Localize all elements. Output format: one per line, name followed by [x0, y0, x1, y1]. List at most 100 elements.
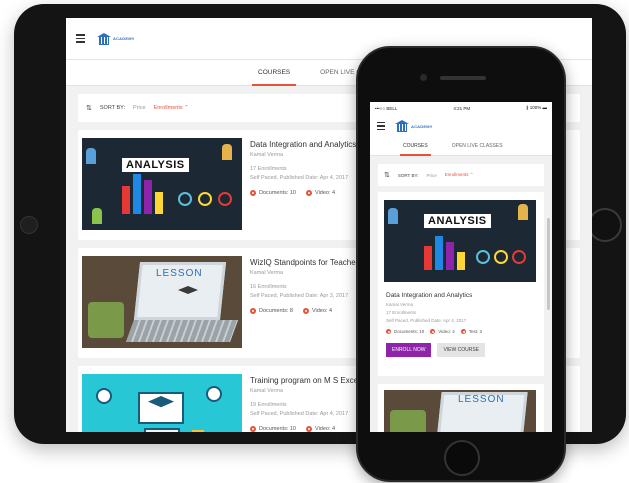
- bluetooth-icon: ∦: [526, 105, 529, 110]
- person-illustration: [388, 208, 398, 224]
- gear-icon: [206, 386, 222, 402]
- tab-courses[interactable]: COURSES: [252, 60, 297, 86]
- keyboard-illustration: [125, 320, 239, 342]
- sort-icon: ⇅: [86, 105, 92, 112]
- phone-tabs: COURSES OPEN LIVE CLASSES: [370, 138, 552, 156]
- course-thumbnail-excel[interactable]: [82, 374, 242, 432]
- logo-text: ACADEMY: [113, 36, 135, 41]
- battery-indicator: ∦ 100% ▬: [526, 105, 547, 111]
- documents-label: Documents: 10: [259, 190, 296, 196]
- video-label: Video: 4: [311, 308, 333, 314]
- course-thumbnail-lesson[interactable]: LESSON: [384, 390, 536, 432]
- carrier-label: •••○○ BELL: [375, 105, 398, 111]
- documents-count: Documents: 10: [250, 190, 296, 196]
- plant-illustration: [88, 302, 124, 338]
- battery-icon: ▬: [542, 105, 547, 110]
- course-card[interactable]: ANALYSIS Data Integration and Analytics …: [378, 192, 544, 376]
- phone-app-bar: ACADEMY: [370, 114, 552, 138]
- person-illustration: [86, 148, 96, 164]
- circle-graphic: [198, 192, 212, 206]
- tab-open-live-classes[interactable]: OPEN LIVE CLASSES: [449, 138, 506, 156]
- phone-speaker: [440, 76, 486, 80]
- course-enrollments: 19 Enrollments: [250, 402, 287, 408]
- documents-count: Documents: 10: [250, 426, 296, 432]
- documents-count: Documents: 8: [250, 308, 293, 314]
- battery-label: 100%: [529, 105, 542, 110]
- menu-icon[interactable]: [76, 34, 85, 43]
- lesson-word: LESSON: [156, 268, 203, 279]
- menu-icon[interactable]: [377, 121, 385, 131]
- tablet-camera: [20, 216, 38, 234]
- status-time: 4:21 PM: [453, 105, 471, 111]
- chevron-up-icon: ⌃: [469, 172, 474, 177]
- person-illustration: [92, 208, 102, 224]
- video-count: Video: 4: [430, 329, 455, 334]
- scrollbar[interactable]: [547, 218, 550, 310]
- circle-graphic: [494, 250, 508, 264]
- documents-icon: [250, 308, 256, 314]
- course-enrollments: 17 Enrollments: [250, 166, 287, 172]
- course-thumbnail-analysis[interactable]: ANALYSIS: [82, 138, 242, 230]
- enroll-now-button[interactable]: ENROLL NOW: [386, 343, 432, 357]
- sort-price[interactable]: Price: [133, 105, 146, 111]
- documents-label: Documents: 10: [394, 329, 425, 334]
- course-published: Self Paced, Published Date: Apr 4, 2017: [386, 318, 467, 323]
- phone-device: •••○○ BELL 4:21 PM ∦ 100% ▬ ACADEMY COUR…: [356, 46, 566, 482]
- course-title[interactable]: Data Integration and Analytics: [250, 140, 356, 149]
- logo-text: ACADEMY: [411, 123, 433, 129]
- trophy-icon: [192, 430, 204, 432]
- course-author: Kamal Verma: [386, 302, 414, 307]
- documents-count: Documents: 10: [386, 329, 424, 334]
- status-bar: •••○○ BELL 4:21 PM ∦ 100% ▬: [370, 102, 552, 114]
- documents-label: Documents: 8: [259, 308, 293, 314]
- video-icon: [306, 426, 312, 432]
- course-author: Kamal Verma: [250, 270, 284, 276]
- phone-home-button[interactable]: [444, 440, 480, 476]
- course-title[interactable]: Data Integration and Analytics: [386, 292, 536, 299]
- course-thumbnail-lesson[interactable]: LESSON: [82, 256, 242, 348]
- video-label: Video: 4: [315, 190, 336, 196]
- tablet-home-button[interactable]: [588, 208, 622, 242]
- tab-courses[interactable]: COURSES: [400, 138, 431, 156]
- test-icon: [460, 329, 466, 334]
- course-author: Kamal Verma: [250, 152, 284, 158]
- documents-icon: [250, 426, 256, 432]
- video-count: Video: 4: [306, 426, 335, 432]
- phone-camera: [420, 74, 427, 81]
- lesson-word: LESSON: [458, 394, 505, 405]
- course-published: Self Paced, Published Date: Apr 4, 2017: [250, 411, 349, 417]
- sort-price[interactable]: Price: [426, 173, 436, 178]
- sort-icon: ⇅: [384, 172, 390, 179]
- analysis-word: ANALYSIS: [424, 214, 491, 228]
- sort-enrollments[interactable]: Enrollments ⌃: [445, 172, 474, 178]
- course-card[interactable]: LESSON: [378, 384, 544, 432]
- circle-graphic: [476, 250, 490, 264]
- course-published: Self Paced, Published Date: Apr 3, 2017: [250, 293, 349, 299]
- sort-enrollments-label: Enrollments: [153, 105, 183, 111]
- plant-illustration: [390, 410, 426, 432]
- course-thumbnail-analysis[interactable]: ANALYSIS: [384, 200, 536, 282]
- course-title[interactable]: Training program on M S Exce: [250, 376, 358, 385]
- sort-bar: ⇅ SORT BY: Price Enrollments ⌃: [378, 164, 544, 186]
- video-icon: [306, 190, 312, 196]
- bar-graphic: [122, 174, 163, 214]
- academy-logo[interactable]: ACADEMY: [97, 32, 135, 45]
- sort-label: SORT BY:: [397, 172, 419, 178]
- sort-enrollments-label: Enrollments: [444, 172, 469, 177]
- book-icon: [144, 428, 180, 432]
- view-course-button[interactable]: VIEW COURSE: [437, 343, 485, 357]
- video-label: Video: 4: [315, 426, 336, 432]
- chevron-up-icon: ⌃: [184, 105, 189, 111]
- video-count: Video: 4: [302, 308, 333, 314]
- circle-graphic: [512, 250, 526, 264]
- academy-logo[interactable]: ACADEMY: [395, 120, 433, 132]
- video-label: Video: 4: [438, 329, 455, 334]
- sort-enrollments[interactable]: Enrollments ⌃: [154, 105, 189, 111]
- video-icon: [302, 308, 309, 314]
- person-illustration: [518, 204, 528, 220]
- circle-graphic: [178, 192, 192, 206]
- lightbulb-icon: [96, 388, 112, 404]
- course-published: Self Paced, Published Date: Apr 4, 2017: [250, 175, 349, 181]
- course-title[interactable]: WizIQ Standpoints for Teacher: [250, 258, 358, 267]
- documents-icon: [250, 190, 256, 196]
